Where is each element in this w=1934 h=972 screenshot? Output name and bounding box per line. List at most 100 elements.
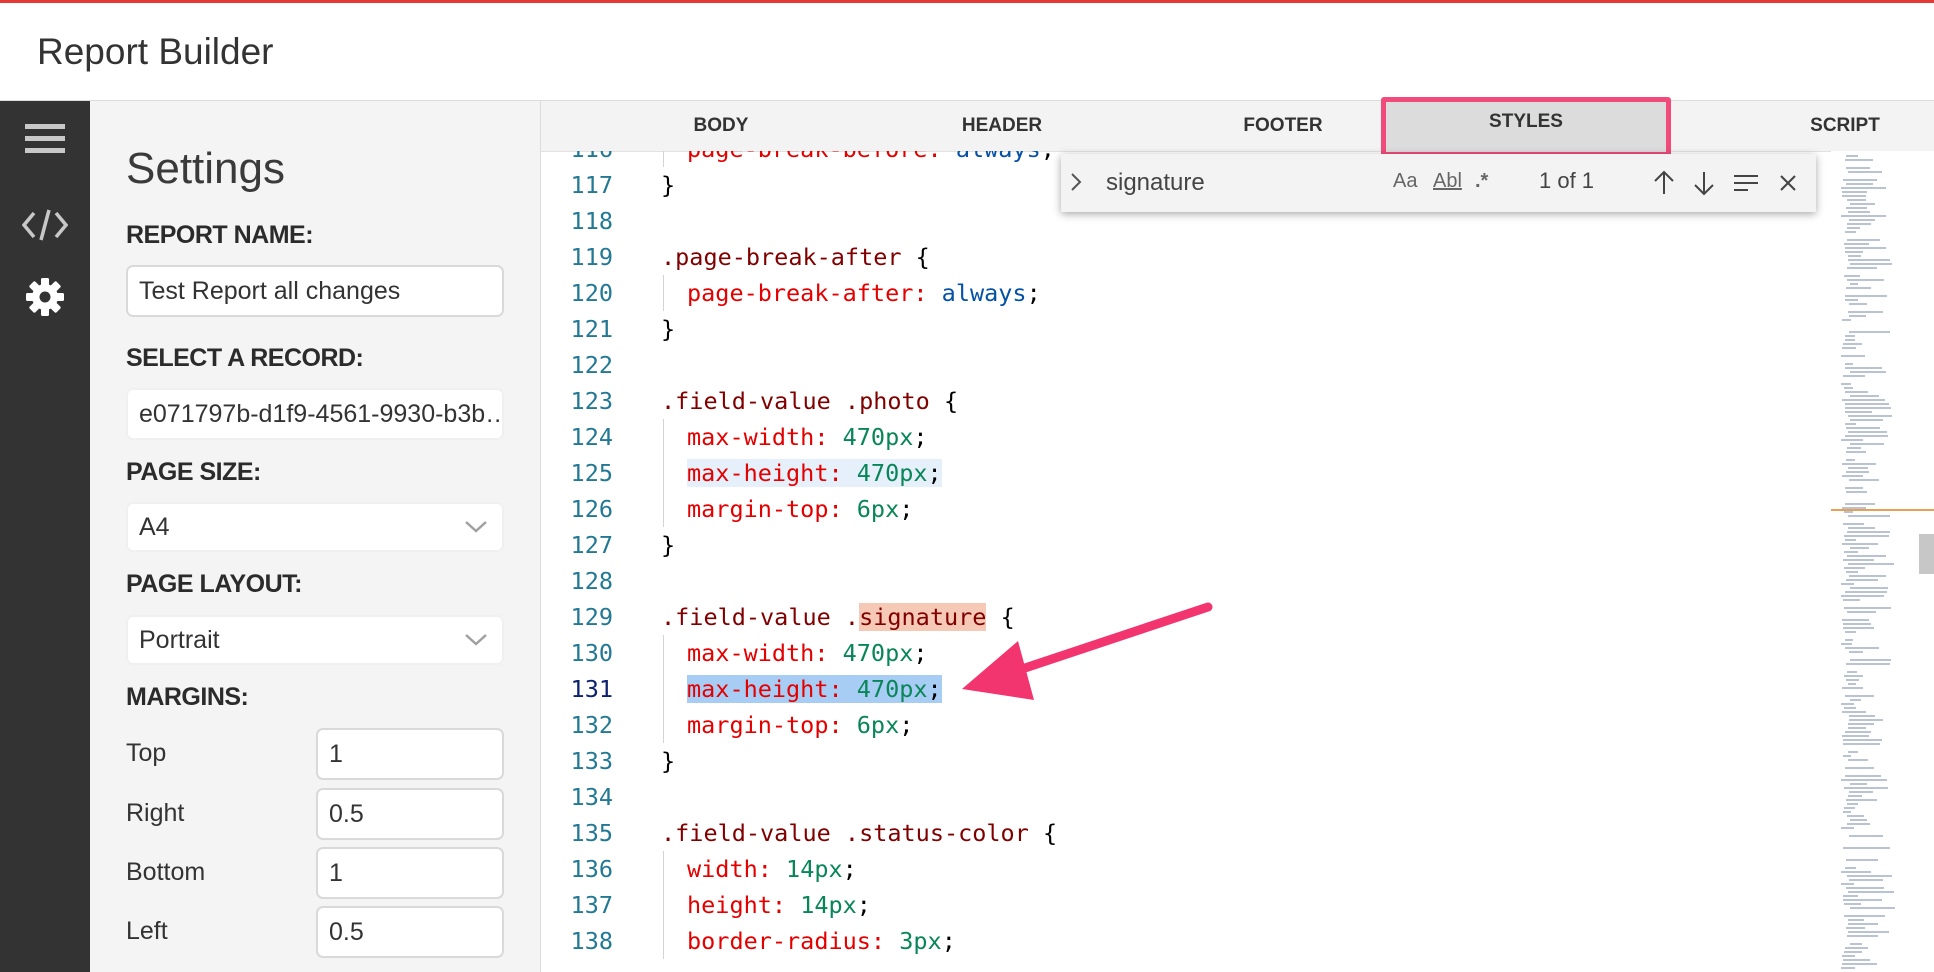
report-name-input[interactable]: Test Report all changes xyxy=(126,265,504,317)
minimap-line xyxy=(1850,283,1858,285)
code-line[interactable]: 123 .field-value .photo { xyxy=(541,383,1831,419)
minimap-line xyxy=(1848,211,1870,213)
minimap-line xyxy=(1850,699,1861,701)
code-line[interactable]: 120 page-break-after: always; xyxy=(541,275,1831,311)
close-icon[interactable] xyxy=(1773,168,1803,198)
code-line[interactable]: 122 xyxy=(541,347,1831,383)
minimap-line xyxy=(1845,867,1856,869)
indent-guide xyxy=(663,851,664,887)
minimap-line xyxy=(1848,683,1856,685)
minimap-line xyxy=(1848,919,1864,921)
minimap-line xyxy=(1842,619,1869,621)
minimap-line xyxy=(1842,463,1876,465)
tab-styles[interactable]: STYLES xyxy=(1381,97,1671,157)
minimap-line xyxy=(1845,231,1856,233)
code-line[interactable]: 124 max-width: 470px; xyxy=(541,419,1831,455)
indent-guide xyxy=(663,887,664,923)
margin-top-input[interactable]: 1 xyxy=(316,728,504,780)
line-number: 129 xyxy=(570,603,613,631)
expand-replace-icon[interactable] xyxy=(1069,171,1083,193)
match-case-icon[interactable]: Aa xyxy=(1393,170,1417,193)
regex-icon[interactable]: .* xyxy=(1475,170,1488,193)
code-text: margin-top: 6px; xyxy=(687,491,913,527)
minimap-line xyxy=(1842,543,1878,545)
code-line[interactable]: 119 .page-break-after { xyxy=(541,239,1831,275)
code-line[interactable]: 136 width: 14px; xyxy=(541,851,1831,887)
line-number: 122 xyxy=(570,351,613,379)
menu-icon[interactable] xyxy=(0,111,90,167)
code-icon[interactable] xyxy=(0,197,90,253)
code-line[interactable]: 127} xyxy=(541,527,1831,563)
code-line[interactable]: 128 xyxy=(541,563,1831,599)
next-match-icon[interactable] xyxy=(1689,168,1719,198)
minimap-line xyxy=(1841,967,1855,969)
code-token: { xyxy=(901,243,930,271)
code-token: max-width: xyxy=(687,423,843,451)
code-line[interactable]: 126 margin-top: 6px; xyxy=(541,491,1831,527)
code-line[interactable]: 135 .field-value .status-color { xyxy=(541,815,1831,851)
minimap-line xyxy=(1850,659,1891,661)
find-in-selection-icon[interactable] xyxy=(1731,168,1761,198)
tab-script[interactable]: SCRIPT xyxy=(1705,101,1934,151)
margin-left-value: 0.5 xyxy=(329,917,364,946)
whole-word-icon[interactable]: Abl xyxy=(1433,170,1462,193)
minimap-line xyxy=(1844,707,1856,709)
minimap-line xyxy=(1843,343,1862,345)
minimap-line xyxy=(1848,727,1866,729)
minimap-line xyxy=(1844,535,1889,537)
margin-right-label: Right xyxy=(126,799,185,827)
minimap-line xyxy=(1849,651,1863,653)
scrollbar-thumb[interactable] xyxy=(1919,534,1934,574)
gear-icon[interactable] xyxy=(0,269,90,325)
code-line[interactable]: 131 max-height: 470px; xyxy=(541,671,1831,707)
minimap-line xyxy=(1843,811,1851,813)
margin-left-input[interactable]: 0.5 xyxy=(316,906,504,958)
minimap-line xyxy=(1849,315,1866,317)
code-line[interactable]: 133} xyxy=(541,743,1831,779)
minimap-line xyxy=(1850,547,1869,549)
tab-body[interactable]: BODY xyxy=(581,101,861,151)
code-line[interactable]: 129 .field-value .signature { xyxy=(541,599,1831,635)
minimap-line xyxy=(1850,443,1884,445)
code-token: max-height: xyxy=(687,675,857,703)
code-token: 6px xyxy=(856,495,900,523)
minimap-line xyxy=(1847,447,1861,449)
record-select[interactable]: e071797b-d1f9-4561-9930-b3b… xyxy=(126,388,504,440)
code-token: border-radius: xyxy=(687,927,900,955)
code-text: max-height: 470px; xyxy=(687,455,942,491)
code-line[interactable]: 134 xyxy=(541,779,1831,815)
line-number: 121 xyxy=(570,315,613,343)
margin-bottom-input[interactable]: 1 xyxy=(316,847,504,899)
minimap-line xyxy=(1846,427,1880,429)
code-line[interactable]: 130 max-width: 470px; xyxy=(541,635,1831,671)
line-number: 132 xyxy=(570,711,613,739)
minimap-line xyxy=(1850,783,1867,785)
minimap-line xyxy=(1848,415,1892,417)
margin-right-input[interactable]: 0.5 xyxy=(316,788,504,840)
minimap-line xyxy=(1846,183,1873,185)
minimap-line xyxy=(1845,423,1856,425)
find-input[interactable]: signature xyxy=(1094,164,1564,202)
search-match: signature xyxy=(859,603,987,631)
previous-match-icon[interactable] xyxy=(1649,168,1679,198)
code-line[interactable]: 121} xyxy=(541,311,1831,347)
code-token: } xyxy=(661,747,676,775)
page-size-select[interactable]: A4 xyxy=(126,502,504,552)
code-line[interactable]: 125 max-height: 470px; xyxy=(541,455,1831,491)
tab-header[interactable]: HEADER xyxy=(862,101,1142,151)
code-line[interactable]: 137 height: 14px; xyxy=(541,887,1831,923)
page-layout-select[interactable]: Portrait xyxy=(126,615,504,665)
line-number: 128 xyxy=(570,567,613,595)
page-size-label: PAGE SIZE: xyxy=(126,458,261,486)
code-token: margin-top: xyxy=(687,711,857,739)
line-number: 117 xyxy=(570,171,613,199)
code-line[interactable]: 138 border-radius: 3px; xyxy=(541,923,1831,959)
code-line[interactable]: 132 margin-top: 6px; xyxy=(541,707,1831,743)
code-area[interactable]: 116 page-break-before: always; 117} 118 119.… xyxy=(541,151,1831,972)
page-layout-value: Portrait xyxy=(139,625,220,654)
minimap-line xyxy=(1850,395,1879,397)
code-token: { xyxy=(1028,819,1058,847)
minimap-line xyxy=(1845,503,1875,505)
code-token: width: xyxy=(687,855,787,883)
editor-tabs: BODY HEADER FOOTER STYLES SCRIPT xyxy=(541,97,1934,157)
